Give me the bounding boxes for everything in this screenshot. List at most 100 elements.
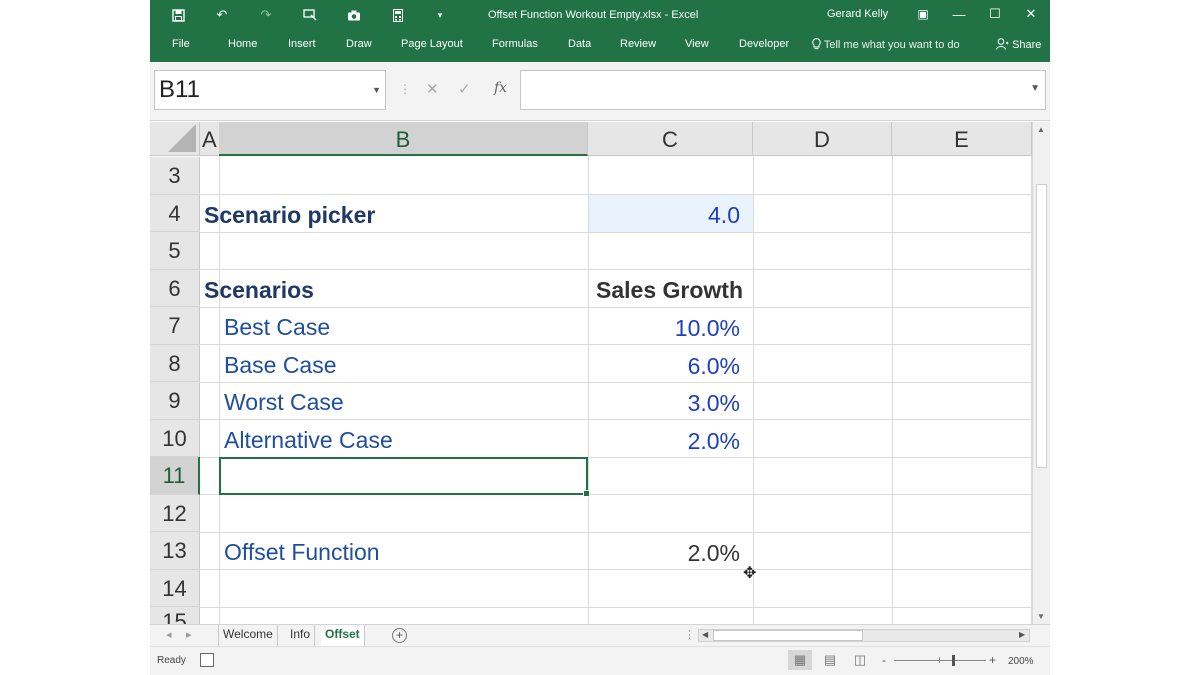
cell-c6[interactable]: Sales Growth: [588, 270, 743, 307]
cell-b7[interactable]: Best Case: [224, 307, 330, 344]
row-header-7[interactable]: 7: [150, 307, 200, 345]
column-header-d[interactable]: D: [753, 122, 892, 156]
cancel-icon[interactable]: ✕: [426, 80, 439, 98]
tab-page-layout[interactable]: Page Layout: [401, 38, 463, 50]
horizontal-scrollbar[interactable]: ◀ ▶: [698, 629, 1030, 642]
tab-review[interactable]: Review: [620, 38, 656, 50]
enter-icon[interactable]: ✓: [458, 80, 471, 98]
customize-icon[interactable]: ▾: [430, 6, 450, 24]
tab-developer[interactable]: Developer: [739, 38, 789, 50]
sheet-tab-offset[interactable]: Offset: [321, 625, 365, 648]
cell-c10[interactable]: 2.0%: [588, 421, 740, 458]
calculator-icon[interactable]: [388, 6, 408, 24]
selected-cell-b11[interactable]: [219, 457, 590, 497]
cell-b6[interactable]: Scenarios: [204, 270, 314, 307]
drag-handle-icon[interactable]: ⋮: [399, 82, 411, 96]
cell-b9[interactable]: Worst Case: [224, 382, 344, 419]
tab-formulas[interactable]: Formulas: [492, 38, 538, 50]
cell-b10[interactable]: Alternative Case: [224, 420, 393, 457]
tab-view[interactable]: View: [685, 38, 709, 50]
sheet-tab-welcome[interactable]: Welcome: [218, 625, 278, 646]
ribbon-display-icon[interactable]: ▣: [910, 4, 936, 24]
formula-input[interactable]: ▼: [520, 70, 1046, 110]
tab-home[interactable]: Home: [228, 38, 257, 50]
user-name[interactable]: Gerard Kelly: [827, 8, 888, 20]
person-icon: [996, 38, 1009, 50]
cell-b4[interactable]: Scenario picker: [204, 195, 375, 232]
zoom-out-icon[interactable]: -: [882, 653, 886, 667]
row-header-4[interactable]: 4: [150, 194, 200, 232]
cell-c4[interactable]: 4.0: [588, 195, 740, 232]
cell-c9[interactable]: 3.0%: [588, 383, 740, 420]
tab-insert[interactable]: Insert: [288, 38, 316, 50]
row-header-14[interactable]: 14: [150, 569, 200, 607]
row-header-10[interactable]: 10: [150, 419, 200, 457]
column-header-e[interactable]: E: [892, 122, 1032, 156]
page-layout-view-icon[interactable]: ▤: [818, 650, 842, 670]
name-box[interactable]: B11 ▼: [154, 70, 386, 110]
zoom-slider-tick: [939, 657, 940, 663]
name-box-value: B11: [159, 76, 200, 103]
status-mode: Ready: [157, 655, 186, 666]
cell-c7[interactable]: 10.0%: [588, 308, 740, 345]
row-header-11[interactable]: 11: [150, 457, 200, 495]
macro-record-icon[interactable]: [200, 653, 214, 667]
row-header-15[interactable]: 15: [150, 607, 200, 624]
gridline: [753, 156, 754, 624]
select-all-button[interactable]: [150, 122, 200, 156]
scroll-up-icon[interactable]: ▲: [1037, 125, 1045, 134]
minimize-button[interactable]: —: [946, 4, 972, 24]
save-icon[interactable]: [168, 6, 188, 24]
tab-draw[interactable]: Draw: [346, 38, 372, 50]
window-title: Offset Function Workout Empty.xlsx - Exc…: [488, 9, 699, 21]
normal-view-icon[interactable]: ▦: [788, 650, 812, 670]
row-header-9[interactable]: 9: [150, 382, 200, 420]
insert-function-icon[interactable]: fx: [494, 80, 507, 96]
title-bar: ↶ ↷ ▾ Offset Function Workout Empty.xlsx…: [150, 0, 1050, 30]
cell-b8[interactable]: Base Case: [224, 345, 337, 382]
next-sheet-icon[interactable]: ▸: [186, 628, 192, 641]
chevron-down-icon[interactable]: ▼: [372, 71, 381, 109]
tell-me-box[interactable]: Tell me what you want to do: [812, 38, 960, 51]
cell-b13[interactable]: Offset Function: [224, 532, 380, 569]
touch-mode-icon[interactable]: [300, 6, 320, 24]
zoom-slider-knob[interactable]: [952, 655, 955, 666]
column-header-b[interactable]: B: [219, 122, 588, 156]
vertical-scroll-thumb[interactable]: [1036, 184, 1047, 468]
scroll-right-icon[interactable]: ▶: [1019, 630, 1025, 639]
tab-file[interactable]: File: [172, 38, 190, 50]
zoom-slider[interactable]: [894, 660, 986, 661]
expand-formula-bar-icon[interactable]: ▼: [1030, 83, 1040, 94]
tab-data[interactable]: Data: [568, 38, 591, 50]
maximize-button[interactable]: ☐: [982, 4, 1008, 24]
scroll-down-icon[interactable]: ▼: [1037, 612, 1045, 621]
row-header-5[interactable]: 5: [150, 232, 200, 270]
undo-icon[interactable]: ↶: [212, 6, 232, 24]
cell-c13[interactable]: 2.0%: [588, 533, 740, 570]
zoom-in-icon[interactable]: +: [989, 653, 996, 667]
camera-icon[interactable]: [344, 6, 364, 24]
cell-c8[interactable]: 6.0%: [588, 346, 740, 383]
row-header-3[interactable]: 3: [150, 157, 200, 195]
page-break-view-icon[interactable]: ◫: [848, 650, 872, 670]
scroll-left-icon[interactable]: ◀: [702, 630, 708, 639]
worksheet-grid[interactable]: A B C D E 3 4 5 6 7 8 9 10 11 12 13 14 1…: [150, 122, 1032, 624]
zoom-level[interactable]: 200%: [1008, 656, 1034, 667]
column-header-a[interactable]: A: [200, 122, 220, 156]
share-label: Share: [1012, 39, 1042, 51]
row-header-12[interactable]: 12: [150, 494, 200, 532]
close-button[interactable]: ✕: [1018, 4, 1044, 24]
share-button[interactable]: Share: [996, 38, 1041, 51]
sheet-tab-info[interactable]: Info: [286, 625, 316, 646]
redo-icon[interactable]: ↷: [256, 6, 276, 24]
tab-split-handle-icon[interactable]: ⋮: [684, 628, 695, 641]
horizontal-scroll-thumb[interactable]: [713, 630, 863, 641]
row-header-8[interactable]: 8: [150, 344, 200, 382]
row-header-13[interactable]: 13: [150, 532, 200, 570]
previous-sheet-icon[interactable]: ◂: [166, 628, 172, 641]
column-header-c[interactable]: C: [588, 122, 753, 156]
row-header-6[interactable]: 6: [150, 269, 200, 307]
vertical-scrollbar[interactable]: ▲ ▼: [1032, 122, 1050, 624]
excel-window: ↶ ↷ ▾ Offset Function Workout Empty.xlsx…: [150, 0, 1050, 675]
add-sheet-icon[interactable]: +: [392, 628, 407, 643]
